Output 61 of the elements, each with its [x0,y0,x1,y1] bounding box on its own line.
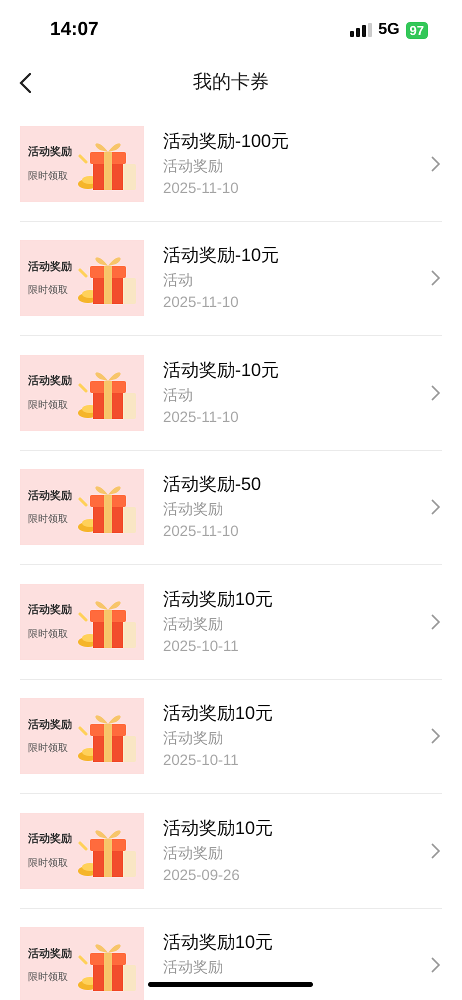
chevron-right-icon [431,842,440,859]
coupon-item[interactable]: 活动奖励 限时领取 活动奖励-10元 活动 2025-11-10 [20,336,442,450]
thumbnail-title: 活动奖励 [28,488,72,504]
coupon-title: 活动奖励-100元 [163,130,290,153]
thumbnail-title: 活动奖励 [28,718,72,732]
chevron-right-icon [431,156,440,172]
back-icon [18,72,32,94]
chevron-right-icon [431,728,440,744]
coupon-item[interactable]: 活动奖励 限时领取 活动奖励10元 活动奖励 2025-10-11 [20,565,442,680]
coupon-title: 活动奖励-10元 [163,244,280,268]
coupon-date: 2025-11-10 [163,408,239,428]
coupon-subtitle: 活动奖励 [163,729,223,750]
thumbnail-subtitle: 限时领取 [28,856,69,870]
coupon-subtitle: 活动奖励 [163,844,223,864]
coupon-item[interactable]: 活动奖励 限时领取 活动奖励10元 活动奖励 2025-09-26 [20,794,442,908]
coupon-title: 活动奖励10元 [163,702,274,726]
chevron-right-icon [431,384,440,401]
coupon-item[interactable]: 活动奖励 限时领取 活动奖励10元 活动奖励 2025-10-11 [20,680,442,794]
coupon-subtitle: 活动奖励 [163,500,223,520]
coupon-date: 2025-10-11 [163,636,239,657]
thumbnail-title: 活动奖励 [28,374,72,389]
coupon-date: 2025-10-11 [163,751,239,772]
battery-indicator: 97 [406,22,428,38]
coupon-title: 活动奖励-50 [163,473,262,496]
thumbnail-subtitle: 限时领取 [28,970,69,985]
coupon-date: 2025-11-10 [163,178,239,199]
thumbnail-subtitle: 限时领取 [28,170,69,184]
page-title: 我的卡券 [193,70,269,95]
coupon-date: 2025-11-10 [163,522,239,542]
coupon-subtitle: 活动奖励 [163,958,223,978]
thumbnail-subtitle: 限时领取 [28,284,69,298]
thumbnail-title: 活动奖励 [28,144,72,160]
thumbnail-subtitle: 限时领取 [28,398,69,412]
coupon-subtitle: 活动奖励 [163,614,223,635]
chevron-right-icon [431,614,440,630]
thumbnail-title: 活动奖励 [28,946,72,962]
coupon-date: 2025-09-26 [163,866,240,886]
network-label: 5G [378,20,400,40]
thumbnail-title: 活动奖励 [28,832,72,847]
signal-icon [350,23,372,37]
coupon-item[interactable]: 活动奖励 限时领取 活动奖励-50 活动奖励 2025-11-10 [20,450,442,565]
thumbnail-subtitle: 限时领取 [28,512,69,527]
coupon-title: 活动奖励10元 [163,816,274,840]
chevron-right-icon [431,270,440,286]
coupon-subtitle: 活动奖励 [163,156,223,177]
coupon-title: 活动奖励10元 [163,588,274,611]
thumbnail-subtitle: 限时领取 [28,628,69,642]
coupon-subtitle: 活动 [163,271,193,292]
coupon-subtitle: 活动 [163,386,193,406]
chevron-right-icon [431,957,440,974]
coupon-title: 活动奖励-10元 [163,358,280,382]
thumbnail-subtitle: 限时领取 [28,742,69,756]
coupon-title: 活动奖励10元 [163,931,274,954]
chevron-right-icon [431,499,440,516]
thumbnail-title: 活动奖励 [28,260,72,274]
coupon-item[interactable]: 活动奖励 限时领取 活动奖励10元 活动奖励 [20,908,442,1000]
thumbnail-title: 活动奖励 [28,602,72,618]
status-time: 14:07 [50,18,99,42]
coupon-date: 2025-11-10 [163,293,239,314]
coupon-item[interactable]: 活动奖励 限时领取 活动奖励-10元 活动 2025-11-10 [20,222,442,336]
coupon-item[interactable]: 活动奖励 限时领取 活动奖励-100元 活动奖励 2025-11-10 [20,107,442,222]
